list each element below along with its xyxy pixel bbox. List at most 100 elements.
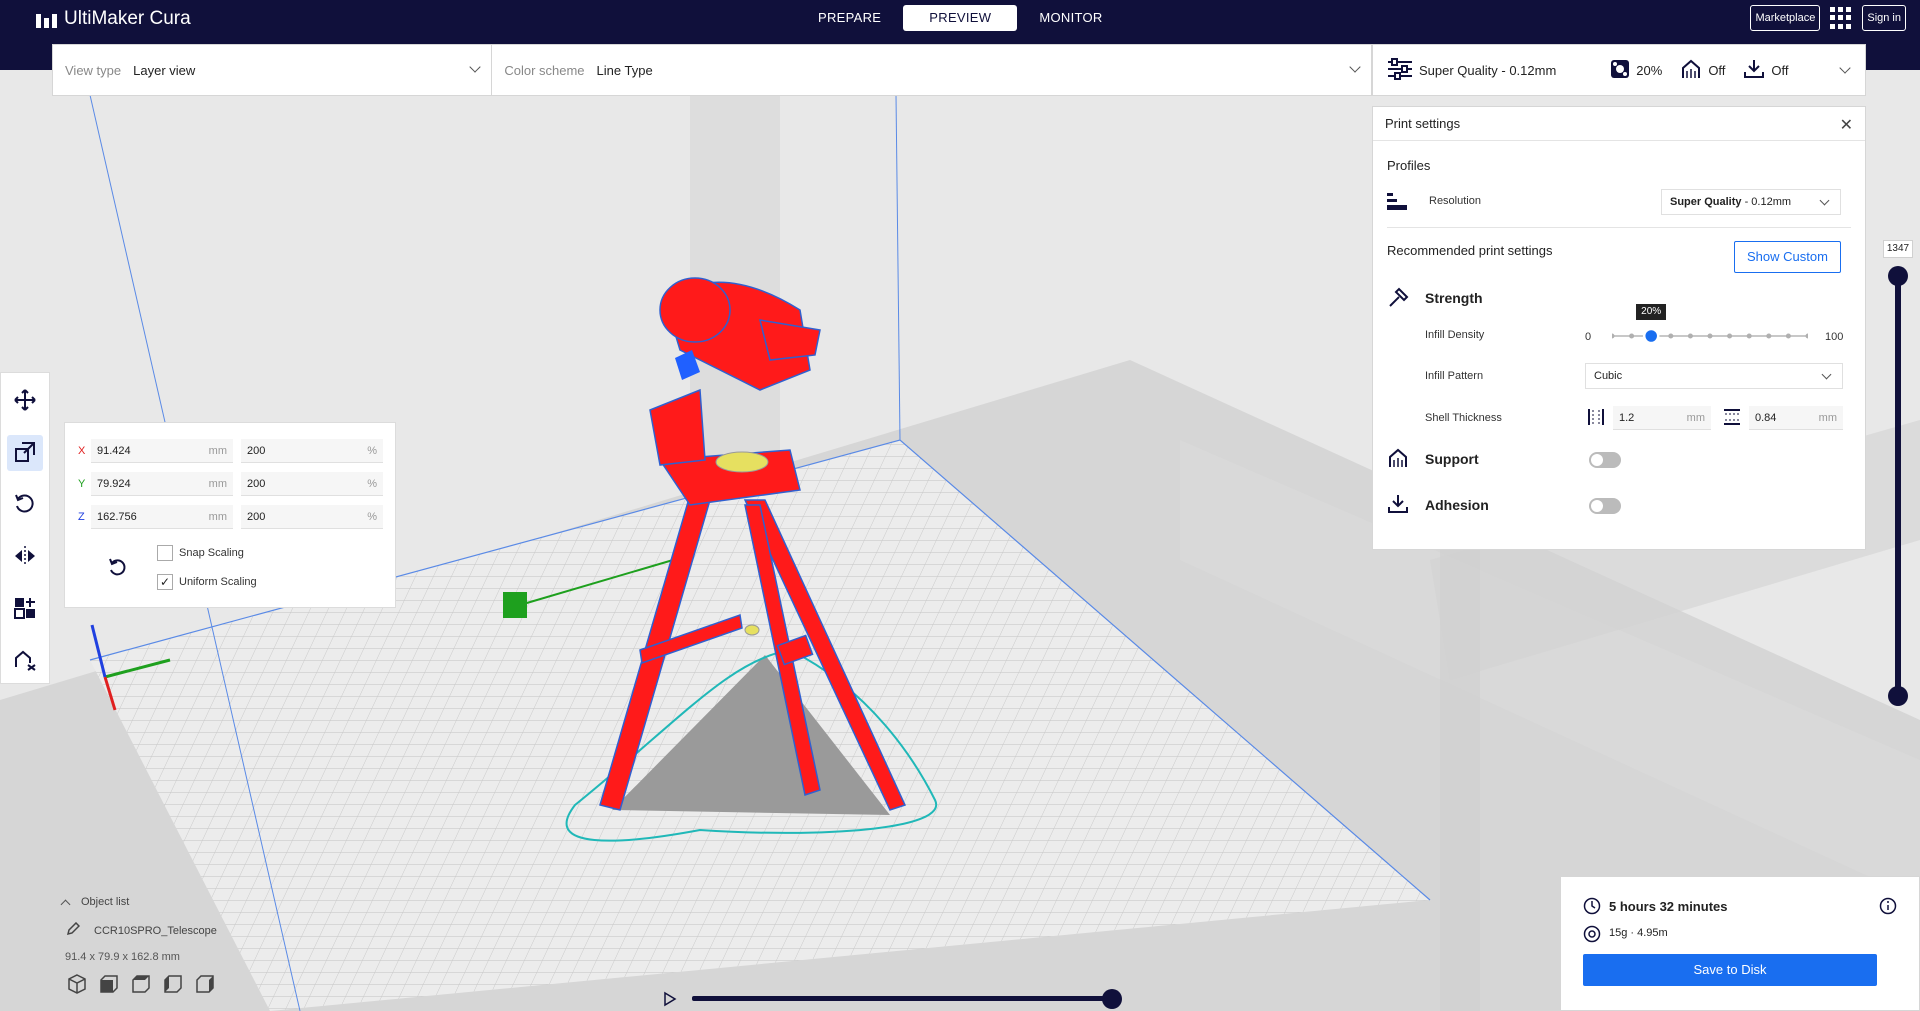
z-percent-unit: %	[367, 510, 377, 523]
wall-thickness-field[interactable]: 1.2 mm	[1613, 406, 1711, 430]
layer-slider-track	[1895, 274, 1901, 698]
infill-min-label: 0	[1585, 331, 1592, 343]
view-type-label: View type	[65, 62, 122, 78]
wall-thickness-icon	[1587, 408, 1605, 429]
move-icon	[14, 388, 36, 414]
app-logo: UltiMaker Cura	[36, 8, 191, 30]
show-custom-button[interactable]: Show Custom	[1734, 241, 1841, 273]
close-icon[interactable]: ✕	[1840, 115, 1853, 135]
apps-grid-icon[interactable]	[1830, 7, 1852, 29]
strength-title: Strength	[1425, 290, 1483, 306]
z-axis-label: Z	[78, 511, 85, 523]
z-percent-value: 200	[247, 510, 266, 523]
resolution-label: Resolution	[1429, 195, 1481, 207]
simulation-track[interactable]	[692, 996, 1112, 1001]
strength-icon	[1387, 287, 1409, 312]
x-percent-unit: %	[367, 444, 377, 457]
simulation-handle[interactable]	[1102, 989, 1122, 1009]
top-view-icon[interactable]	[130, 973, 152, 998]
top-bottom-thickness-field[interactable]: 0.84 mm	[1749, 406, 1843, 430]
tab-prepare[interactable]: PREPARE	[800, 5, 899, 31]
top-bottom-thickness-icon	[1723, 408, 1741, 429]
layer-slider-bottom-handle[interactable]	[1888, 686, 1908, 706]
support-blocker-icon	[14, 649, 36, 674]
support-summary: Off	[1708, 62, 1726, 78]
reset-scale-icon[interactable]	[107, 557, 129, 582]
y-axis-label: Y	[78, 478, 86, 490]
print-time: 5 hours 32 minutes	[1609, 899, 1728, 914]
infill-slider-tick	[1727, 333, 1733, 339]
marketplace-button[interactable]: Marketplace	[1750, 5, 1821, 31]
infill-pattern-dropdown[interactable]: Cubic	[1585, 363, 1843, 389]
object-list-item[interactable]: CCR10SPRO_Telescope	[66, 921, 217, 939]
support-icon	[1680, 58, 1702, 83]
layer-slider[interactable]: 1347	[1883, 240, 1913, 710]
resolution-dropdown[interactable]: Super Quality - 0.12mm	[1661, 189, 1841, 215]
object-list-toggle[interactable]: Object list	[60, 896, 217, 909]
y-percent-unit: %	[367, 477, 377, 490]
adhesion-summary: Off	[1771, 62, 1789, 78]
tab-monitor[interactable]: MONITOR	[1021, 5, 1120, 31]
x-size-unit: mm	[208, 444, 227, 457]
ultimaker-logo-icon	[36, 12, 58, 28]
info-icon[interactable]	[1879, 897, 1897, 918]
z-size-field[interactable]: 162.756 mm	[91, 505, 233, 529]
front-view-icon[interactable]	[98, 973, 120, 998]
camera-view-buttons	[66, 973, 217, 998]
sign-in-button[interactable]: Sign in	[1862, 5, 1906, 31]
object-list-label: Object list	[81, 896, 130, 908]
x-percent-field[interactable]: 200 %	[241, 439, 383, 463]
clock-icon	[1583, 897, 1601, 918]
save-to-disk-button[interactable]: Save to Disk	[1583, 954, 1877, 986]
layer-slider-top-handle[interactable]	[1888, 266, 1908, 286]
support-toggle[interactable]	[1589, 452, 1621, 468]
chevron-down-icon	[1819, 195, 1830, 206]
infill-slider-tick	[1805, 333, 1811, 339]
z-percent-field[interactable]: 200 %	[241, 505, 383, 529]
x-percent-value: 200	[247, 444, 266, 457]
y-percent-value: 200	[247, 477, 266, 490]
support-blocker-tool[interactable]	[7, 643, 43, 679]
pencil-icon	[66, 921, 81, 939]
top-bottom-thickness-unit: mm	[1818, 411, 1837, 424]
rotate-icon	[14, 493, 36, 518]
per-model-settings-tool[interactable]	[7, 591, 43, 627]
view-type-dropdown[interactable]: View type Layer view	[53, 45, 493, 95]
tab-preview[interactable]: PREVIEW	[903, 5, 1018, 31]
object-name: CCR10SPRO_Telescope	[94, 924, 217, 937]
uniform-scaling-label: Uniform Scaling	[179, 576, 257, 588]
infill-slider-tick	[1609, 333, 1615, 339]
y-size-field[interactable]: 79.924 mm	[91, 472, 233, 496]
layer-value-box[interactable]: 1347	[1883, 240, 1913, 258]
object-list: Object list CCR10SPRO_Telescope 91.4 x 7…	[60, 896, 217, 998]
mirror-tool[interactable]	[7, 539, 43, 575]
rotate-tool[interactable]	[7, 487, 43, 523]
sliders-icon	[1387, 57, 1413, 83]
left-view-icon[interactable]	[162, 973, 184, 998]
print-settings-header: Print settings	[1373, 107, 1865, 141]
move-tool[interactable]	[7, 383, 43, 419]
color-scheme-dropdown[interactable]: Color scheme Line Type	[492, 45, 1371, 95]
infill-density-slider[interactable]	[1609, 327, 1811, 345]
top-bottom-thickness-value: 0.84	[1755, 411, 1777, 424]
play-icon[interactable]	[662, 991, 678, 1010]
adhesion-icon	[1743, 58, 1765, 83]
x-size-field[interactable]: 91.424 mm	[91, 439, 233, 463]
mirror-icon	[13, 545, 37, 570]
print-setup-selector[interactable]: Super Quality - 0.12mm 20% Off Off	[1372, 44, 1866, 96]
uniform-scaling-checkbox[interactable]: ✓	[157, 574, 173, 590]
x-axis-label: X	[78, 445, 86, 457]
adhesion-toggle[interactable]	[1589, 498, 1621, 514]
scale-tool[interactable]	[7, 435, 43, 471]
y-percent-field[interactable]: 200 %	[241, 472, 383, 496]
infill-slider-tick	[1629, 333, 1635, 339]
adhesion-icon	[1387, 493, 1409, 518]
wall-thickness-value: 1.2	[1619, 411, 1635, 424]
chevron-down-icon	[1821, 369, 1832, 380]
snap-scaling-checkbox[interactable]	[157, 545, 173, 561]
resolution-value-name: Super Quality	[1670, 196, 1742, 208]
3d-view-icon[interactable]	[66, 973, 88, 998]
infill-pattern-value: Cubic	[1594, 370, 1623, 382]
support-icon	[1387, 447, 1409, 472]
right-view-icon[interactable]	[194, 973, 216, 998]
